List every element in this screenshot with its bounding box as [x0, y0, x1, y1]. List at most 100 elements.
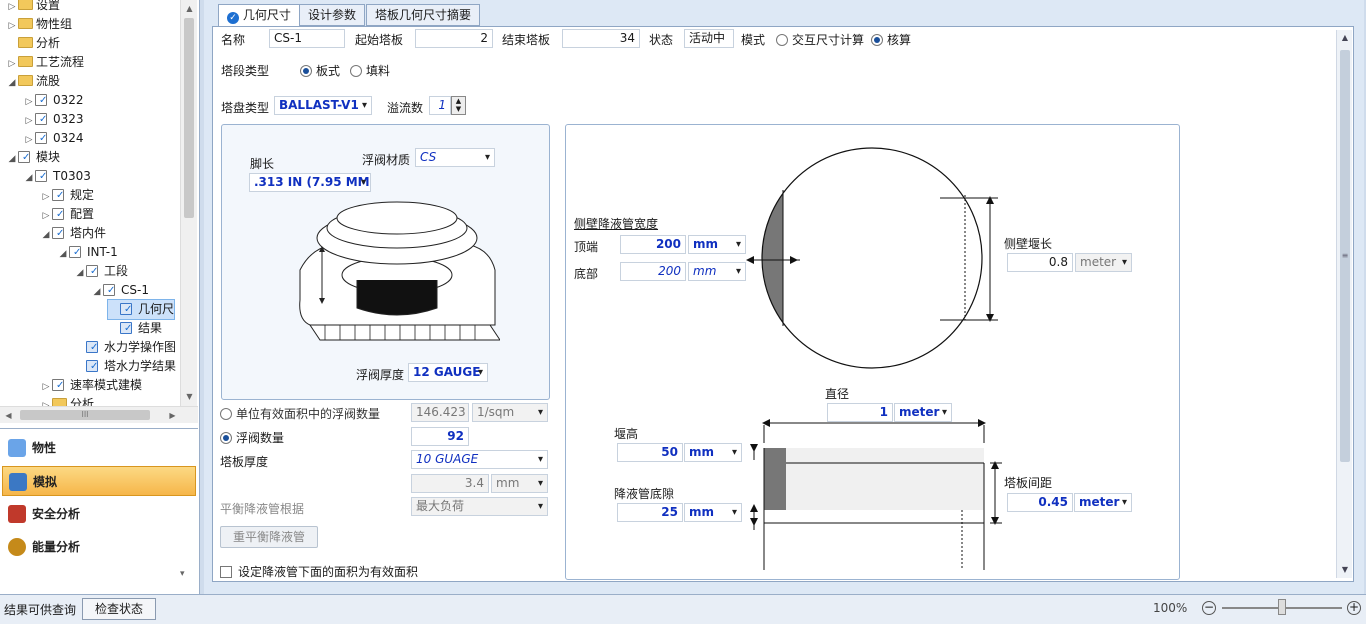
- tab-geometry[interactable]: ✓ 几何尺寸: [218, 4, 300, 27]
- tree-horizontal-scrollbar[interactable]: ◀ III ▶: [0, 406, 198, 423]
- scroll-thumb-h[interactable]: III: [20, 410, 150, 420]
- top-width-unit-select[interactable]: mm: [688, 235, 746, 254]
- valve-count-radio[interactable]: 浮阀数量: [220, 429, 284, 446]
- tree-item[interactable]: ◢ INT-1: [57, 243, 118, 262]
- start-tray-field[interactable]: 2: [415, 29, 493, 48]
- area-checkbox[interactable]: 设定降液管下面的面积为有效面积: [220, 563, 418, 580]
- nav-item[interactable]: 安全分析: [2, 499, 196, 529]
- tree-item[interactable]: ▷配置: [40, 205, 94, 224]
- check-status-button[interactable]: 检查状态: [82, 598, 156, 620]
- tree-item[interactable]: ◢ 塔内件: [40, 224, 106, 243]
- mode-interactive-radio[interactable]: 交互尺寸计算: [776, 31, 864, 48]
- tree-item[interactable]: ▷0324: [23, 129, 84, 148]
- zoom-slider-thumb[interactable]: [1278, 599, 1286, 615]
- valve-material-select[interactable]: CS: [415, 148, 495, 167]
- scroll-thumb[interactable]: ≡: [1340, 50, 1350, 462]
- side-dc-width-label: 侧壁降液管宽度: [574, 217, 659, 231]
- section-type-label: 塔段类型: [221, 64, 270, 78]
- nav-more-icon[interactable]: ▾: [180, 569, 185, 579]
- clearance-field[interactable]: 25: [617, 503, 683, 522]
- tree-item[interactable]: ◢ 模块: [6, 148, 60, 167]
- mode-rating-radio[interactable]: 核算: [871, 31, 911, 48]
- tree-item[interactable]: 水力学操作图: [74, 338, 176, 357]
- left-pane: ▷设置▷物性组分析▷工艺流程◢流股▷0322▷0323▷0324◢模块◢T030…: [0, 0, 200, 594]
- scroll-down-arrow-icon[interactable]: ▼: [181, 388, 198, 405]
- weir-height-unit-select[interactable]: mm: [684, 443, 742, 462]
- per-area-field: 146.423: [411, 403, 469, 422]
- folder-check-icon: [52, 205, 64, 224]
- tray-spacing-unit-select[interactable]: meter: [1074, 493, 1132, 512]
- collapse-arrow-icon[interactable]: ◢: [23, 169, 35, 188]
- tree-item[interactable]: 塔水力学结果: [74, 357, 176, 376]
- scroll-down-arrow-icon[interactable]: ▼: [1337, 562, 1353, 578]
- collapse-arrow-icon[interactable]: ◢: [74, 264, 86, 283]
- tree-item[interactable]: 分析: [6, 34, 60, 53]
- tree-item[interactable]: ◢ CS-1: [91, 281, 149, 300]
- name-field[interactable]: CS-1: [269, 29, 345, 48]
- collapse-arrow-icon[interactable]: ◢: [57, 245, 69, 264]
- tree-item-label: INT-1: [87, 245, 118, 259]
- tree-item[interactable]: ▷0323: [23, 110, 84, 129]
- nav-item[interactable]: 物性: [2, 433, 196, 463]
- tray-spacing-field[interactable]: 0.45: [1007, 493, 1073, 512]
- tree-item[interactable]: ◢ 流股: [6, 72, 60, 91]
- end-tray-field[interactable]: 34: [562, 29, 640, 48]
- tray-thickness-num: 3.4: [411, 474, 489, 493]
- section-type-packed-radio[interactable]: 填料: [350, 62, 390, 79]
- bottom-width-field[interactable]: 200: [620, 262, 686, 281]
- collapse-arrow-icon[interactable]: ◢: [91, 283, 103, 302]
- valve-thickness-select[interactable]: 12 GAUGE: [408, 363, 488, 382]
- tree-item[interactable]: ▷ 物性组: [6, 15, 72, 34]
- tray-thickness-select[interactable]: 10 GUAGE: [411, 450, 548, 469]
- form-check-icon: [120, 300, 132, 319]
- tree-item[interactable]: ▷ 设置: [6, 0, 60, 15]
- tree-item[interactable]: ▷速率模式建模: [40, 376, 142, 395]
- scroll-thumb[interactable]: [184, 18, 194, 218]
- tree-item[interactable]: ▷0322: [23, 91, 84, 110]
- tree-item[interactable]: 几何尺: [106, 299, 176, 320]
- collapse-arrow-icon[interactable]: ◢: [6, 74, 18, 93]
- tree-item-label: 速率模式建模: [70, 378, 143, 392]
- form-check-icon: [86, 357, 98, 376]
- diameter-field[interactable]: 1: [827, 403, 893, 422]
- tree-item[interactable]: ▷ 工艺流程: [6, 53, 84, 72]
- scroll-right-arrow-icon[interactable]: ▶: [164, 407, 181, 424]
- tray-type-label: 塔盘类型: [221, 101, 270, 115]
- tree-item[interactable]: ▷规定: [40, 186, 94, 205]
- radio-icon: [776, 34, 788, 46]
- collapse-arrow-icon[interactable]: ◢: [6, 150, 18, 169]
- tree-item[interactable]: ◢ T0303: [23, 167, 91, 186]
- tab-tray-summary[interactable]: 塔板几何尺寸摘要: [366, 4, 481, 26]
- tree-item[interactable]: 结果: [108, 319, 162, 338]
- tab-design-params[interactable]: 设计参数: [299, 4, 366, 26]
- collapse-arrow-icon[interactable]: ◢: [40, 226, 52, 245]
- folder-check-icon: [35, 91, 47, 110]
- tray-thickness-label: 塔板厚度: [220, 455, 269, 469]
- section-type-tray-radio[interactable]: 板式: [300, 62, 340, 79]
- rebalance-button[interactable]: 重平衡降液管: [220, 526, 318, 548]
- per-area-radio[interactable]: 单位有效面积中的浮阀数量: [220, 405, 380, 422]
- top-width-field[interactable]: 200: [620, 235, 686, 254]
- form-vertical-scrollbar[interactable]: ▲ ≡ ▼: [1336, 30, 1352, 578]
- valve-count-field[interactable]: 92: [411, 427, 469, 446]
- nav-item[interactable]: 模拟: [2, 466, 196, 496]
- nav-item[interactable]: 能量分析: [2, 532, 196, 562]
- passes-field[interactable]: 1: [429, 96, 451, 115]
- zoom-in-icon[interactable]: +: [1347, 601, 1361, 615]
- tree-item-label: 水力学操作图: [104, 340, 177, 354]
- tree-item-label: T0303: [53, 169, 91, 183]
- tree-item[interactable]: ◢ 工段: [74, 262, 128, 281]
- weir-height-field[interactable]: 50: [617, 443, 683, 462]
- scroll-up-arrow-icon[interactable]: ▲: [181, 0, 198, 17]
- bottom-width-unit-select[interactable]: mm: [688, 262, 746, 281]
- form-check-icon: [86, 338, 98, 357]
- per-area-unit-select: 1/sqm: [472, 403, 548, 422]
- scroll-left-arrow-icon[interactable]: ◀: [0, 407, 17, 424]
- tray-type-select[interactable]: BALLAST-V1: [274, 96, 372, 115]
- tree-vertical-scrollbar[interactable]: ▲ ▼: [180, 0, 197, 406]
- scroll-up-arrow-icon[interactable]: ▲: [1337, 30, 1353, 46]
- passes-spinner[interactable]: ▲ ▼: [451, 96, 466, 115]
- zoom-out-icon[interactable]: −: [1202, 601, 1216, 615]
- clearance-unit-select[interactable]: mm: [684, 503, 742, 522]
- diameter-unit-select[interactable]: meter: [894, 403, 952, 422]
